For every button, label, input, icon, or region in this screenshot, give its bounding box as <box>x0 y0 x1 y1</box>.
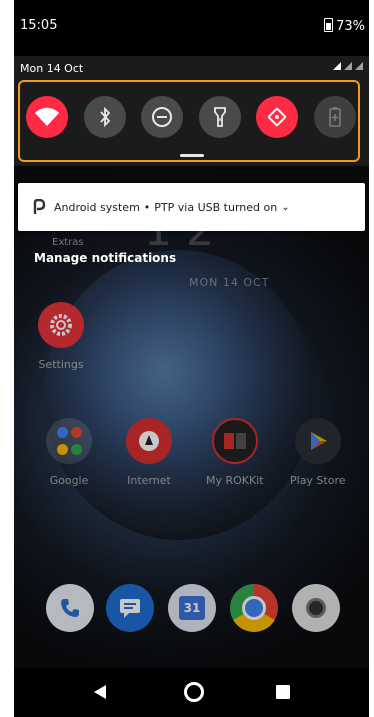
android-system-icon <box>33 199 46 214</box>
battery-saver-tile[interactable] <box>313 96 356 138</box>
home-icon[interactable] <box>184 682 204 702</box>
wifi-signal-icon <box>333 62 341 70</box>
wifi-icon <box>35 107 59 126</box>
navigation-bar <box>14 668 369 717</box>
auto-rotate-icon <box>268 107 287 127</box>
manage-notifications-button[interactable]: Manage notifications <box>34 251 176 265</box>
quick-settings-date: Mon 14 Oct <box>20 62 84 75</box>
notification-app-name: Android system <box>54 200 140 214</box>
battery-icon <box>324 18 334 32</box>
auto-rotate-tile[interactable] <box>256 96 299 138</box>
expand-chevron-icon[interactable]: ⌄ <box>281 202 289 213</box>
extras-label: Extras <box>52 237 84 248</box>
status-time: 15:05 <box>20 18 58 33</box>
quick-tiles-row <box>26 96 356 138</box>
notification-header: Android system • PTP via USB turned on ⌄ <box>32 199 290 215</box>
cell-signal-icon <box>344 62 352 70</box>
do-not-disturb-tile[interactable] <box>141 96 184 138</box>
bluetooth-tile[interactable] <box>83 96 126 138</box>
wifi-tile[interactable] <box>26 96 68 138</box>
flashlight-icon <box>213 107 226 127</box>
back-icon[interactable] <box>94 685 106 699</box>
quick-tiles-highlight <box>18 80 360 162</box>
battery-saver-icon <box>329 107 341 127</box>
battery-percent: 73% <box>336 19 365 34</box>
do-not-disturb-icon <box>152 107 173 127</box>
recent-apps-icon[interactable] <box>276 685 290 699</box>
signal-indicators <box>333 62 363 70</box>
quick-settings-panel: Mon 14 Oct <box>14 56 369 166</box>
notification-text: PTP via USB turned on <box>154 200 278 214</box>
cell-signal-icon-2 <box>355 62 363 70</box>
expand-handle[interactable] <box>180 154 204 157</box>
notification-usb[interactable]: Android system • PTP via USB turned on ⌄ <box>18 183 365 231</box>
battery-indicator: 73% <box>324 18 365 34</box>
flashlight-tile[interactable] <box>198 96 241 138</box>
bluetooth-icon <box>99 107 110 127</box>
phone-screen: 1 2 MON 14 OCT Settings Google Internet <box>14 0 369 717</box>
notification-separator: • <box>143 200 151 214</box>
status-bar: 15:05 73% <box>14 0 369 56</box>
